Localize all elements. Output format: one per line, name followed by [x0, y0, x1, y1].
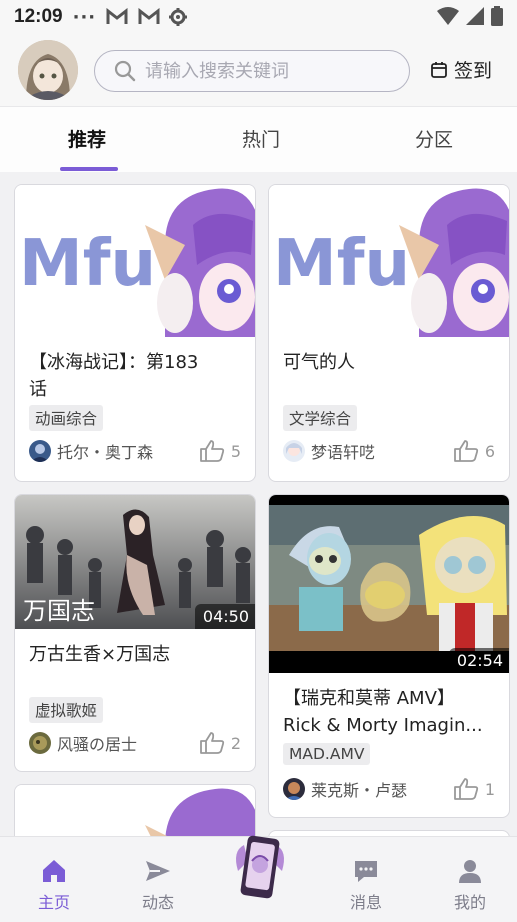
nav-messages-label: 消息	[349, 893, 382, 912]
status-more-dots: ···	[72, 6, 97, 28]
author-info[interactable]: 莱克斯・卢瑟	[283, 777, 407, 801]
video-thumbnail[interactable]: Mfu	[15, 185, 255, 337]
home-icon	[43, 860, 65, 882]
author-avatar	[29, 440, 51, 462]
battery-icon	[491, 6, 503, 26]
send-icon	[146, 861, 170, 881]
nav-center-post-button[interactable]	[230, 831, 290, 903]
like-button[interactable]: 1	[453, 777, 495, 801]
like-button[interactable]: 2	[199, 731, 241, 755]
search-input[interactable]	[145, 60, 395, 82]
video-title-line1: 【瑞克和莫蒂 AMV】	[283, 688, 455, 709]
video-duration: 04:50	[194, 604, 255, 629]
author-avatar	[29, 732, 51, 754]
nav-profile-label: 我的	[453, 893, 486, 912]
nav-feed[interactable]: 动态	[128, 857, 188, 913]
active-tab-indicator	[60, 167, 118, 171]
video-title[interactable]: 万古生香×万国志	[29, 641, 243, 668]
person-icon	[459, 860, 481, 883]
like-count: 1	[484, 779, 495, 799]
like-count: 2	[230, 733, 241, 753]
search-bar[interactable]	[94, 50, 410, 92]
author-info[interactable]: 托尔・奥丁森	[29, 439, 153, 463]
status-time: 12:09	[14, 6, 63, 27]
video-title-line1: 可气的人	[283, 352, 355, 373]
video-title[interactable]: 可气的人	[283, 349, 497, 376]
thumbnail-logo-text: Mfu	[19, 827, 156, 836]
thumbnail-title-text: 万国志	[23, 597, 95, 625]
category-tag[interactable]: MAD.AMV	[283, 743, 371, 765]
video-title-line1: 万古生香×万国志	[29, 644, 171, 665]
author-name: 托尔・奥丁森	[57, 443, 154, 462]
video-card[interactable]: Mfu 【冰海战记】：第183 话 动画综合 托尔・奥丁森 5	[14, 184, 256, 482]
video-thumbnail[interactable]: 02:54	[269, 495, 509, 673]
tab-hot[interactable]: 热门	[242, 125, 280, 152]
video-title-line2: Rick & Morty Imagin...	[283, 715, 483, 736]
video-title-line1: 【冰海战记】：第183	[29, 352, 199, 373]
like-button[interactable]: 6	[453, 439, 495, 463]
category-tabs: 推荐 热门 分区	[0, 106, 517, 172]
like-count: 5	[230, 441, 241, 461]
video-card[interactable]: Mfu	[14, 784, 256, 836]
bottom-navigation: 主页 动态 消息 我的	[0, 835, 517, 922]
gmail-icon	[106, 8, 128, 24]
nav-messages[interactable]: 消息	[336, 857, 396, 913]
author-avatar	[283, 440, 305, 462]
gmail-icon	[138, 8, 160, 24]
signin-label: 签到	[454, 60, 493, 82]
author-info[interactable]: 风骚の居士	[29, 731, 137, 755]
author-info[interactable]: 梦语轩呓	[283, 439, 375, 463]
category-tag[interactable]: 虚拟歌姬	[29, 697, 104, 723]
message-icon	[355, 861, 377, 882]
calendar-icon	[431, 61, 447, 78]
thumbs-up-icon	[199, 440, 224, 462]
like-count: 6	[484, 441, 495, 461]
video-thumbnail[interactable]: Mfu	[15, 785, 255, 836]
nav-home[interactable]: 主页	[24, 857, 84, 913]
author-name: 莱克斯・卢瑟	[311, 781, 408, 800]
tab-recommend[interactable]: 推荐	[68, 125, 106, 152]
nav-feed-label: 动态	[141, 893, 174, 912]
signin-button[interactable]: 签到	[430, 56, 492, 83]
thumbs-up-icon	[453, 778, 478, 800]
video-thumbnail[interactable]: 万国志 04:50	[15, 495, 255, 629]
nav-profile[interactable]: 我的	[440, 857, 500, 913]
video-duration: 02:54	[448, 648, 509, 673]
tab-sections[interactable]: 分区	[415, 125, 453, 152]
category-tag[interactable]: 文学综合	[283, 405, 358, 431]
user-avatar[interactable]	[18, 40, 78, 100]
video-card[interactable]: 02:54 【瑞克和莫蒂 AMV】 Rick & Morty Imagin...…	[268, 494, 510, 818]
author-avatar	[283, 778, 305, 800]
thumbnail-logo-text: Mfu	[19, 227, 156, 301]
video-title[interactable]: 【瑞克和莫蒂 AMV】 Rick & Morty Imagin...	[283, 685, 497, 739]
signal-icon	[466, 7, 484, 25]
thumbnail-logo-text: Mfu	[273, 227, 410, 301]
video-title[interactable]: 【冰海战记】：第183 话	[29, 349, 243, 403]
video-card[interactable]: Mfu 可气的人 文学综合 梦语轩呓 6	[268, 184, 510, 482]
nav-home-label: 主页	[37, 893, 70, 912]
status-bar: 12:09 ···	[0, 0, 517, 34]
thumbs-up-icon	[453, 440, 478, 462]
mascot-phone-icon	[236, 835, 284, 899]
author-name: 风骚の居士	[57, 735, 138, 754]
wifi-icon	[437, 7, 459, 25]
video-thumbnail[interactable]: Mfu	[269, 185, 509, 337]
author-name: 梦语轩呓	[311, 443, 376, 462]
video-title-line2: 话	[29, 379, 47, 400]
search-icon	[114, 60, 136, 82]
video-feed[interactable]: Mfu 【冰海战记】：第183 话 动画综合 托尔・奥丁森 5 Mfu 可气的人…	[0, 172, 517, 836]
thumbs-up-icon	[199, 732, 224, 754]
video-card[interactable]: 万国志 04:50 万古生香×万国志 虚拟歌姬 风骚の居士 2	[14, 494, 256, 772]
category-tag[interactable]: 动画综合	[29, 405, 104, 431]
app-header: 签到	[0, 34, 517, 106]
settings-icon	[169, 8, 188, 26]
like-button[interactable]: 5	[199, 439, 241, 463]
